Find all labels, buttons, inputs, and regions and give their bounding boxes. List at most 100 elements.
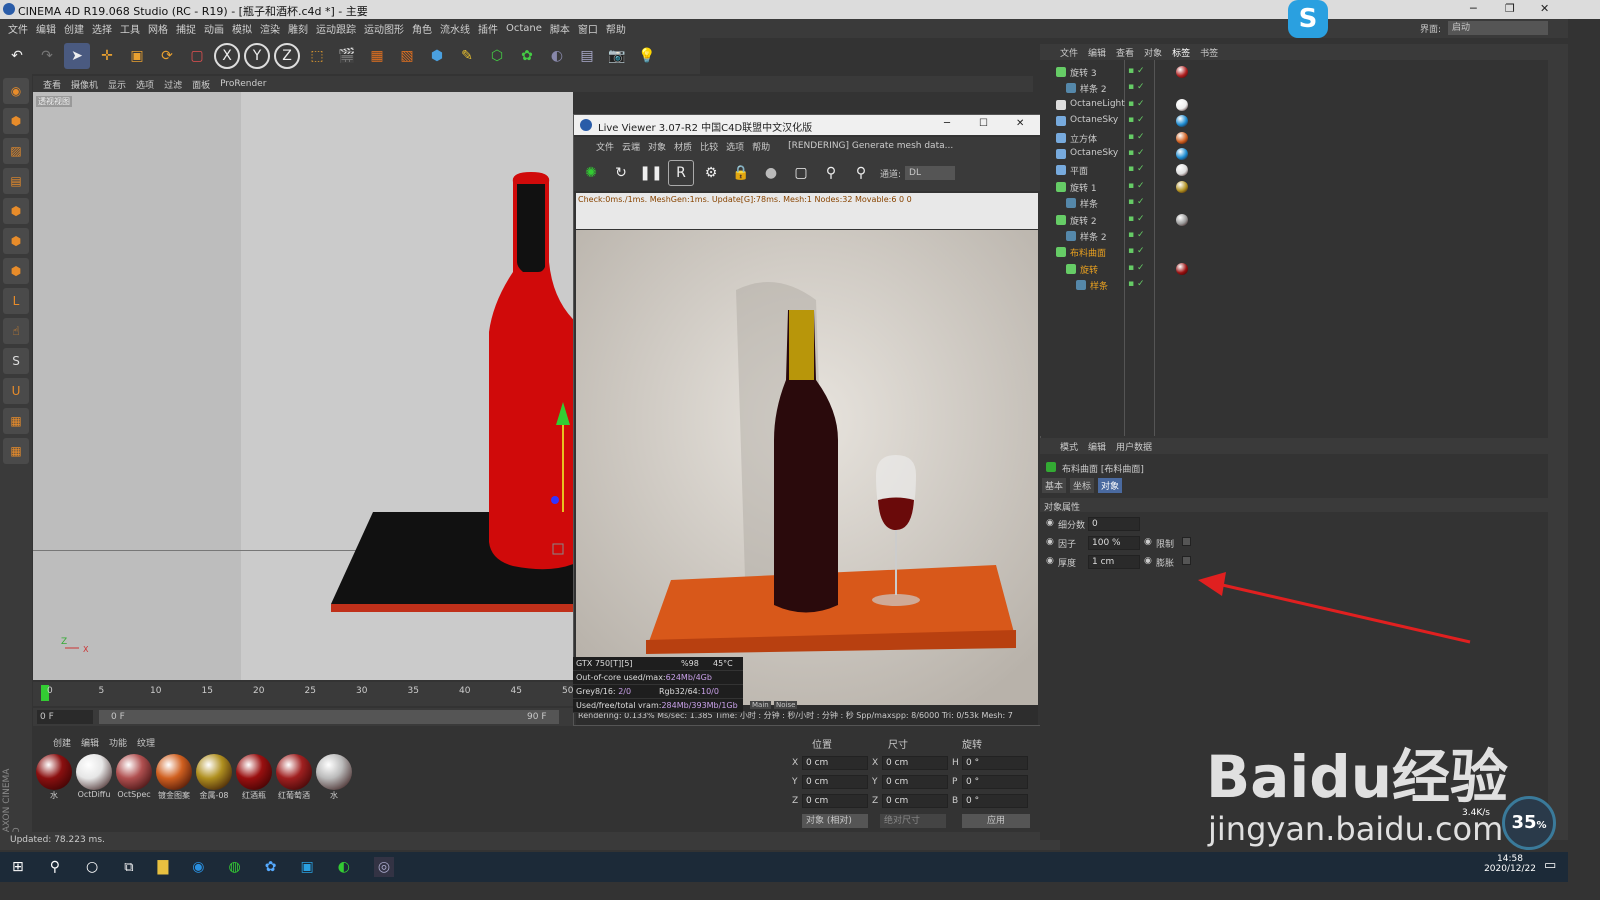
om-tab-3[interactable]: 对象 — [1144, 46, 1162, 59]
menu-item-9[interactable]: 渲染 — [260, 21, 280, 36]
attr-field-input[interactable]: 100 % — [1088, 536, 1140, 550]
scale-tool-icon[interactable]: ▣ — [124, 43, 150, 69]
move-tool-icon[interactable]: ✛ — [94, 43, 120, 69]
rotate-tool-icon[interactable]: ⟳ — [154, 43, 180, 69]
visibility-check-icon[interactable]: ▪ ✓ — [1128, 181, 1145, 191]
select-tool-icon[interactable]: ➤ — [64, 43, 90, 69]
menu-item-2[interactable]: 创建 — [64, 21, 84, 36]
coord-system-icon[interactable]: ⬚ — [304, 43, 330, 69]
y-axis-icon[interactable]: Y — [244, 43, 270, 69]
app-icon[interactable]: ✿ — [265, 859, 277, 875]
visibility-check-icon[interactable]: ▪ ✓ — [1128, 197, 1145, 207]
menu-item-1[interactable]: 编辑 — [36, 21, 56, 36]
model-mode-icon[interactable]: ⬢ — [3, 108, 29, 134]
restart-render-icon[interactable]: ↻ — [608, 160, 634, 186]
menu-item-3[interactable]: 选择 — [92, 21, 112, 36]
restore-icon[interactable]: ❐ — [1505, 2, 1515, 15]
cloner-icon[interactable]: ✿ — [514, 43, 540, 69]
rotation-field[interactable]: 0 ° — [962, 794, 1028, 808]
attr-subtab-2[interactable]: 对象 — [1098, 478, 1123, 493]
subdivision-icon[interactable]: ⬡ — [484, 43, 510, 69]
visibility-check-icon[interactable]: ▪ ✓ — [1128, 246, 1145, 256]
menu-item-0[interactable]: 文件 — [8, 21, 28, 36]
object-row[interactable]: 平面 ▪ ✓ — [1040, 162, 1548, 178]
attr-field-input[interactable]: 0 — [1088, 517, 1140, 531]
attr-radio-icon[interactable]: ◉ — [1046, 556, 1054, 566]
material-tag-icon[interactable] — [1176, 131, 1188, 144]
menu-item-4[interactable]: 工具 — [120, 21, 140, 36]
attr-checkbox[interactable] — [1182, 556, 1191, 565]
menu-item-16[interactable]: Octane — [506, 23, 542, 34]
object-row[interactable]: OctaneLight ▪ ✓ — [1040, 97, 1548, 113]
visibility-check-icon[interactable]: ▪ ✓ — [1128, 99, 1145, 109]
lv-maximize-icon[interactable]: ☐ — [979, 118, 988, 129]
pen-icon[interactable]: ✎ — [454, 43, 480, 69]
search-icon[interactable]: ⚲ — [50, 859, 60, 875]
rotation-field[interactable]: 0 ° — [962, 775, 1028, 789]
om-tab-1[interactable]: 编辑 — [1088, 46, 1106, 59]
menu-item-13[interactable]: 角色 — [412, 21, 432, 36]
app-icon-3[interactable]: ◐ — [338, 859, 350, 875]
lv-menu-item-0[interactable]: 文件 — [596, 140, 614, 153]
om-tab-5[interactable]: 书签 — [1200, 46, 1218, 59]
viewport-menu-item-1[interactable]: 摄像机 — [71, 78, 98, 91]
viewport-menu-item-4[interactable]: 过滤 — [164, 78, 182, 91]
object-row[interactable]: 样条 ▪ ✓ — [1040, 195, 1548, 211]
object-row[interactable]: OctaneSky ▪ ✓ — [1040, 146, 1548, 162]
grid-lock-icon[interactable]: ▦ — [3, 408, 29, 434]
edges-mode-icon[interactable]: ⬢ — [3, 228, 29, 254]
visibility-check-icon[interactable]: ▪ ✓ — [1128, 279, 1145, 289]
edge-icon[interactable]: ◉ — [192, 859, 204, 875]
make-editable-icon[interactable]: ◉ — [3, 78, 29, 104]
wechat-icon[interactable]: ◍ — [229, 859, 241, 875]
attr-tab-0[interactable]: 模式 — [1060, 440, 1078, 453]
viewport-menu-item-0[interactable]: 查看 — [43, 78, 61, 91]
attr-checkbox[interactable] — [1182, 537, 1191, 546]
noise-tab[interactable]: Noise — [774, 701, 798, 709]
visibility-check-icon[interactable]: ▪ ✓ — [1128, 82, 1145, 92]
material-swatch[interactable]: 水 — [315, 754, 353, 802]
frame-icon[interactable]: ▢ — [788, 160, 814, 186]
object-row[interactable]: 旋转 2 ▪ ✓ — [1040, 212, 1548, 228]
camera-icon[interactable]: 📷 — [604, 43, 630, 69]
pause-render-icon[interactable]: ❚❚ — [638, 160, 664, 186]
position-field[interactable]: 0 cm — [802, 775, 868, 789]
object-row[interactable]: 旋转 ▪ ✓ — [1040, 261, 1548, 277]
attr-radio-icon[interactable]: ◉ — [1046, 537, 1054, 547]
texture-mode-icon[interactable]: ▨ — [3, 138, 29, 164]
pick-material-icon[interactable]: ⚲ — [848, 160, 874, 186]
material-tag-icon[interactable] — [1176, 164, 1188, 177]
menu-item-18[interactable]: 窗口 — [578, 21, 598, 36]
material-ball-icon[interactable]: ● — [758, 160, 784, 186]
visibility-check-icon[interactable]: ▪ ✓ — [1128, 214, 1145, 224]
menu-item-5[interactable]: 网格 — [148, 21, 168, 36]
om-tab-0[interactable]: 文件 — [1060, 46, 1078, 59]
size-field[interactable]: 0 cm — [882, 756, 948, 770]
send-scene-icon[interactable]: ✺ — [578, 160, 604, 186]
size-mode-select[interactable]: 绝对尺寸 — [880, 814, 946, 828]
close-icon[interactable]: ✕ — [1540, 2, 1549, 15]
render-settings-icon[interactable]: ▧ — [394, 43, 420, 69]
lv-close-icon[interactable]: ✕ — [1016, 118, 1024, 129]
tweak-icon[interactable]: ☝ — [3, 318, 29, 344]
render-picture-icon[interactable]: ▦ — [364, 43, 390, 69]
pick-focus-icon[interactable]: ⚲ — [818, 160, 844, 186]
object-row[interactable]: 旋转 1 ▪ ✓ — [1040, 179, 1548, 195]
attr-subtab-1[interactable]: 坐标 — [1070, 478, 1095, 493]
windows-start-icon[interactable]: ⊞ — [12, 859, 24, 875]
material-tag-icon[interactable] — [1176, 262, 1188, 275]
settings-gear-icon[interactable]: ⚙ — [698, 160, 724, 186]
visibility-check-icon[interactable]: ▪ ✓ — [1128, 132, 1145, 142]
material-tag-icon[interactable] — [1176, 213, 1188, 226]
cinema4d-taskbar-icon[interactable]: ◎ — [373, 857, 395, 877]
object-row[interactable]: 样条 ▪ ✓ — [1040, 277, 1548, 293]
attr-field-input[interactable]: 1 cm — [1088, 555, 1140, 569]
menu-item-19[interactable]: 帮助 — [606, 21, 626, 36]
material-swatch[interactable]: 红酒瓶 — [235, 754, 273, 802]
workplane-lock-icon[interactable]: ▦ — [3, 438, 29, 464]
file-explorer-icon[interactable]: ▇ — [158, 859, 169, 875]
main-tab[interactable]: Main — [750, 701, 771, 709]
x-axis-icon[interactable]: X — [214, 43, 240, 69]
menu-item-8[interactable]: 模拟 — [232, 21, 252, 36]
apply-button[interactable]: 应用 — [962, 814, 1030, 828]
